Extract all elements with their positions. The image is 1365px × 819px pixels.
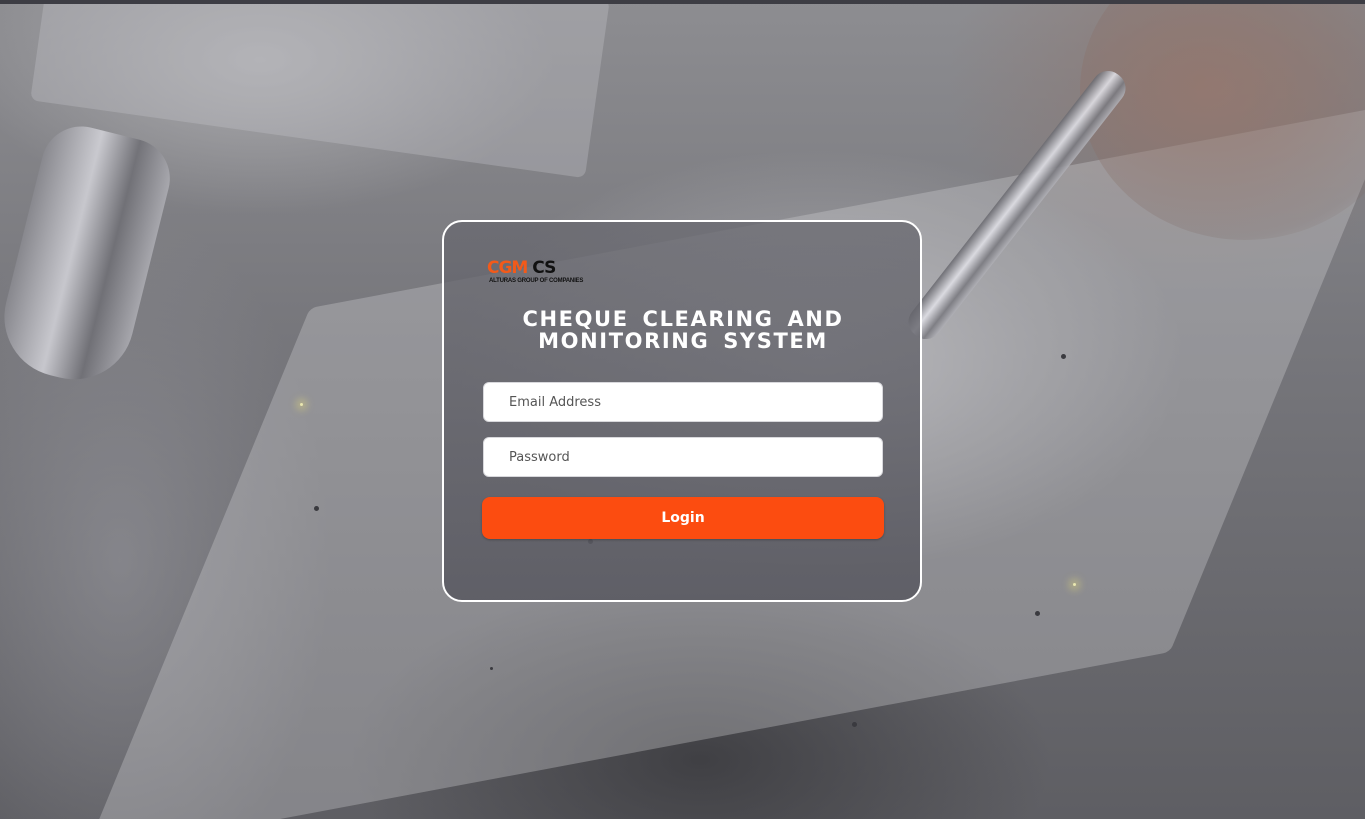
page-title-line1: CHEQUE CLEARING AND (522, 307, 844, 331)
particle-dot (314, 506, 319, 511)
particle-dot (1035, 611, 1040, 616)
particle-dot (1061, 354, 1066, 359)
logo-mark-cgm: CGM (487, 258, 528, 278)
password-field[interactable] (483, 437, 883, 477)
particle-dot (852, 722, 857, 727)
particle-dot (490, 667, 493, 670)
top-border (0, 0, 1365, 4)
particle-dot (1073, 583, 1076, 586)
particle-dot (300, 403, 303, 406)
logo-mark: CGM CS (487, 258, 556, 278)
company-logo: CGM CS ALTURAS GROUP OF COMPANIES (487, 258, 617, 288)
email-field[interactable] (483, 382, 883, 422)
login-page: CGM CS ALTURAS GROUP OF COMPANIES CHEQUE… (0, 0, 1365, 819)
page-title: CHEQUE CLEARING AND MONITORING SYSTEM (444, 308, 922, 352)
login-card: CGM CS ALTURAS GROUP OF COMPANIES CHEQUE… (442, 220, 922, 602)
logo-mark-cs: CS (532, 258, 556, 278)
login-button[interactable]: Login (482, 497, 884, 539)
logo-tagline: ALTURAS GROUP OF COMPANIES (489, 278, 584, 284)
page-title-line2: MONITORING SYSTEM (538, 329, 828, 353)
